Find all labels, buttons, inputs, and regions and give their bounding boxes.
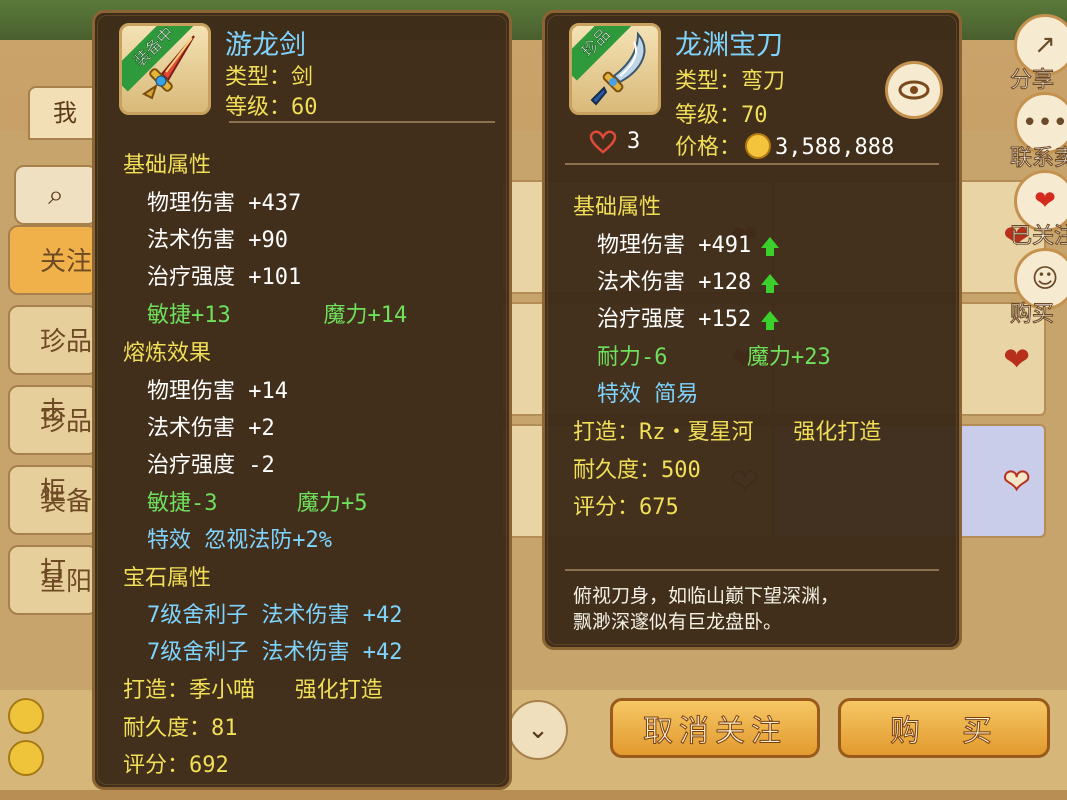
contact-seller-button[interactable]: ••• 联系卖 (1010, 92, 1067, 172)
divider (565, 569, 939, 571)
search-icon: ⌕ (48, 178, 64, 211)
effect-row: 特效 简易 (597, 382, 699, 407)
stat-row: 物理伤害 +437 (147, 191, 302, 216)
cancel-follow-button[interactable]: 取消关注 (610, 698, 820, 758)
contact-seller-label: 联系卖 (1010, 146, 1067, 172)
preview-button[interactable] (885, 61, 943, 119)
coin-icon (8, 698, 44, 734)
durability-line: 耐久度：500 (573, 458, 701, 483)
attribute-row: 耐力-6 魔力+23 (597, 345, 831, 370)
stat-row: 法术伤害 +2 (147, 416, 275, 441)
item-icon-frame: 珍品 (569, 23, 661, 115)
price-label: 价格： (675, 135, 742, 160)
item-icon-frame: 装备中 (119, 23, 211, 115)
attribute-row: 敏捷-3 魔力+5 (147, 491, 368, 516)
share-label: 分享 (1010, 68, 1055, 94)
stat-row: 法术伤害 +90 (147, 228, 288, 253)
up-arrow-icon (761, 236, 780, 256)
up-arrow-icon (761, 273, 780, 293)
stat-text: 法术伤害 +128 (597, 270, 752, 295)
nav-tab-equipment-forge[interactable]: 装备打 (8, 465, 98, 587)
up-arrow-icon (761, 310, 780, 330)
attribute-row: 敏捷+13 魔力+14 (147, 303, 408, 328)
nav-tab-treasure-hit[interactable]: 珍品击 (8, 305, 98, 427)
page-next-button[interactable]: ⌄ (508, 700, 568, 760)
nav-tab-follow[interactable]: 关注 (8, 225, 98, 295)
tab-mine[interactable]: 我 (28, 86, 102, 140)
eye-icon (898, 80, 930, 100)
equipped-item-tooltip: 装备中 游龙剑 类型：剑 等级：60 基础属性 物理伤害 +437 法术伤害 +… (92, 10, 512, 790)
stat-row: 物理伤害 +491 (597, 227, 780, 259)
gem-row: 7级舍利子 法术伤害 +42 (147, 603, 403, 628)
description-line: 飘渺深邃似有巨龙盘卧。 (573, 611, 783, 633)
stat-row: 法术伤害 +128 (597, 264, 780, 296)
forge-line: 打造：Rz・夏星河 强化打造 (573, 420, 882, 445)
section-title-smelt: 熔炼效果 (123, 341, 212, 366)
followed-button[interactable]: ❤ 已关注 (1010, 170, 1067, 250)
heart-outline-icon (589, 130, 617, 154)
item-level: 等级：60 (225, 95, 318, 120)
price-value: 3,588,888 (775, 135, 895, 160)
durability-line: 耐久度：81 (123, 716, 238, 741)
share-button[interactable]: ↗ 分享 (1010, 14, 1067, 94)
favorite-count: 3 (589, 129, 640, 154)
stat-text: 治疗强度 +152 (597, 307, 752, 332)
heart-outline-icon[interactable]: ❤ (1002, 461, 1031, 501)
heart-icon[interactable]: ❤ (1003, 340, 1030, 378)
forge-line: 打造：季小喵 强化打造 (123, 678, 383, 703)
item-type: 类型：弯刀 (675, 69, 786, 94)
section-title-base: 基础属性 (123, 153, 212, 178)
stat-text: 物理伤害 +491 (597, 233, 752, 258)
buyer-label: 购买 (1010, 302, 1055, 328)
coin-icon (745, 133, 772, 159)
score-line: 评分：692 (123, 753, 229, 778)
item-type: 类型：剑 (225, 65, 314, 90)
stat-row: 治疗强度 +152 (597, 301, 780, 333)
search-button[interactable]: ⌕ (14, 165, 98, 225)
stat-row: 治疗强度 +101 (147, 265, 302, 290)
stat-row: 治疗强度 -2 (147, 453, 275, 478)
nav-tab-star[interactable]: 星阳 (8, 545, 98, 615)
item-level: 等级：70 (675, 103, 768, 128)
section-title-base: 基础属性 (573, 195, 662, 220)
gem-row: 7级舍利子 法术伤害 +42 (147, 640, 403, 665)
category-nav: 关注 珍品击 珍品柜 装备打 星阳 (8, 225, 98, 625)
section-title-gem: 宝石属性 (123, 566, 212, 591)
followed-label: 已关注 (1010, 224, 1067, 250)
coin-icon (8, 740, 44, 776)
chevron-down-icon: ⌄ (527, 715, 549, 745)
treasure-item-tooltip: 珍品 龙渊宝刀 类型：弯刀 等级：70 3 价格： 3,588,888 基础属性 … (542, 10, 962, 650)
effect-row: 特效 忽视法防+2% (147, 528, 332, 553)
buyer-button[interactable]: ☺ 购买 (1010, 248, 1067, 328)
item-name: 游龙剑 (225, 30, 306, 61)
favorite-count-value: 3 (627, 129, 641, 154)
divider (229, 121, 495, 123)
buy-button[interactable]: 购 买 (838, 698, 1050, 758)
divider (565, 163, 939, 165)
item-name: 龙渊宝刀 (675, 30, 783, 61)
item-description: 俯视刀身，如临山巅下望深渊， 飘渺深邃似有巨龙盘卧。 (573, 583, 839, 635)
score-line: 评分：675 (573, 495, 679, 520)
nav-tab-treasure-cabinet[interactable]: 珍品柜 (8, 385, 98, 507)
price-line: 价格： 3,588,888 (675, 129, 894, 161)
stat-row: 物理伤害 +14 (147, 379, 288, 404)
description-line: 俯视刀身，如临山巅下望深渊， (573, 585, 840, 607)
